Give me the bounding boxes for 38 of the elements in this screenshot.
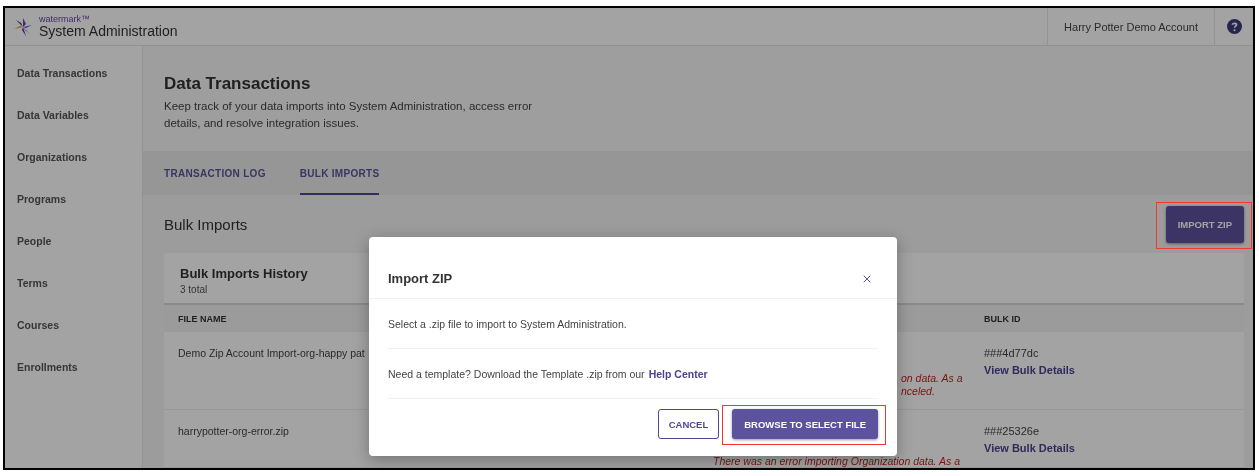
brand-name: watermark™: [39, 15, 91, 24]
column-header: FILE NAME: [177, 313, 227, 324]
dialog-text: Select a .zip file to import to System Administration.: [388, 317, 627, 330]
card-title: Bulk Imports History: [180, 266, 308, 281]
logo-icon: [13, 16, 33, 37]
page-title: Data Transactions: [164, 74, 312, 94]
browse-button[interactable]: BROWSE TO SELECT FILE: [732, 409, 878, 439]
sidebar-item[interactable]: Data Transactions: [17, 66, 142, 80]
page-description: Keep track of your data imports into System Administration, access error details, and resolve integration issues.: [164, 99, 534, 131]
sidebar-item[interactable]: People: [17, 234, 142, 248]
tab[interactable]: TRANSACTION LOG: [164, 151, 266, 195]
sidebar-item[interactable]: Terms: [17, 276, 142, 290]
sidebar-item[interactable]: Programs: [17, 192, 142, 206]
app-title: System Administration: [39, 24, 178, 38]
error-message: on data. As a: [901, 373, 963, 384]
account-name[interactable]: Harry Potter Demo Account: [1047, 8, 1215, 45]
cancel-button[interactable]: CANCEL: [657, 409, 720, 439]
section-title: Bulk Imports: [164, 215, 248, 233]
total-count: 3 total: [180, 284, 208, 295]
dialog-title: Import ZIP: [388, 271, 453, 286]
sidebar-item[interactable]: Courses: [17, 318, 142, 332]
sidebar-item[interactable]: Data Variables: [17, 108, 142, 122]
view-details-link[interactable]: View Bulk Details: [984, 363, 1075, 378]
help-center-link[interactable]: Help Center: [648, 367, 708, 380]
bulk-id: ###4d77dc: [984, 346, 1039, 361]
sidebar-item[interactable]: Enrollments: [17, 360, 142, 374]
file-name: Demo Zip Account Import-org-happy pat: [178, 346, 365, 361]
file-name: harrypotter-org-error.zip: [178, 424, 289, 439]
template-text: Need a template? Download the Template .zip from our: [388, 367, 645, 380]
import-zip-button[interactable]: IMPORT ZIP: [1165, 205, 1244, 243]
view-details-link[interactable]: View Bulk Details: [984, 441, 1075, 456]
tab[interactable]: BULK IMPORTS: [299, 151, 380, 195]
bulk-id: ###25326e: [984, 424, 1040, 439]
error-message: nceled.: [901, 386, 935, 397]
column-header: BULK ID: [983, 313, 1021, 324]
error-message: There was an error importing Organization data. As a: [713, 456, 961, 467]
sidebar-item[interactable]: Organizations: [17, 150, 142, 164]
help-icon[interactable]: [1226, 19, 1242, 34]
